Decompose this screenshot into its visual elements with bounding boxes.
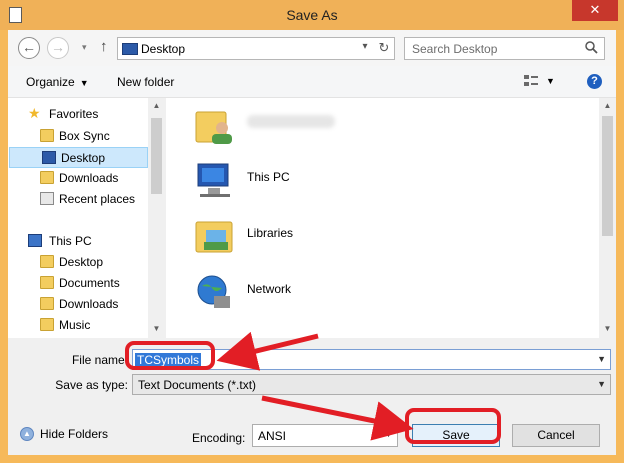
scrollbar-thumb[interactable] <box>151 118 162 194</box>
window-title: Save As <box>286 7 338 23</box>
address-text: Desktop <box>141 42 186 56</box>
nav-pane-scrollbar[interactable]: ▲ ▼ <box>148 98 165 338</box>
nav-downloads[interactable]: Downloads <box>8 168 148 189</box>
encoding-select[interactable]: ANSI ▼ <box>252 424 398 447</box>
recent-places-icon <box>40 192 54 205</box>
scroll-up-icon[interactable]: ▲ <box>599 101 616 110</box>
item-label: Network <box>247 282 292 296</box>
command-bar: Organize ▼ New folder ▼ ? <box>8 66 616 98</box>
item-label: This PC <box>247 170 290 184</box>
nav-recent-places[interactable]: Recent places <box>8 189 148 210</box>
scroll-up-icon[interactable]: ▲ <box>148 101 165 110</box>
search-placeholder: Search Desktop <box>412 42 498 56</box>
computer-icon <box>28 234 42 247</box>
encoding-value: ANSI <box>258 429 287 443</box>
address-dropdown-button[interactable]: ▾ <box>356 41 374 52</box>
navigation-pane: ★ Favorites Box Sync Desktop Downloads R… <box>8 98 165 338</box>
save-as-type-value: Text Documents (*.txt) <box>138 378 257 392</box>
view-dropdown-button[interactable]: ▼ <box>546 76 555 86</box>
file-name-highlight <box>125 341 215 370</box>
back-button[interactable]: ← <box>18 37 40 59</box>
folder-icon <box>40 255 54 268</box>
downloads-folder-icon <box>40 297 54 310</box>
documents-folder-icon <box>40 276 54 289</box>
up-button[interactable]: ↑ <box>100 38 108 55</box>
scrollbar-thumb[interactable] <box>602 116 613 236</box>
list-item[interactable]: Network <box>186 268 486 320</box>
organize-button[interactable]: Organize ▼ <box>26 75 89 89</box>
list-item[interactable]: This PC <box>186 156 486 208</box>
navigation-bar: ← → ▾ ↑ Desktop ▾ ↻ Search Desktop <box>8 30 616 66</box>
organize-label: Organize <box>26 75 75 89</box>
nav-item-label: Recent places <box>59 192 136 206</box>
item-label: Libraries <box>247 226 294 240</box>
nav-favorites[interactable]: ★ Favorites <box>8 104 148 125</box>
star-icon: ★ <box>28 105 41 121</box>
nav-item-label: Documents <box>59 276 120 290</box>
nav-item-label: Desktop <box>59 255 104 269</box>
forward-button[interactable]: → <box>47 37 69 59</box>
nav-desktop[interactable]: Desktop <box>9 147 148 168</box>
nav-this-pc[interactable]: This PC <box>8 231 148 252</box>
chevron-down-icon: ▼ <box>79 78 89 88</box>
file-list-scrollbar[interactable]: ▲ ▼ <box>599 98 616 338</box>
list-item[interactable] <box>186 102 486 154</box>
nav-favorites-label: Favorites <box>49 107 99 121</box>
user-folder-icon <box>195 111 232 144</box>
nav-item-label: Box Sync <box>59 129 110 143</box>
chevron-down-icon: ▼ <box>384 429 393 439</box>
save-button-highlight <box>405 408 501 444</box>
blurred-name <box>247 115 335 128</box>
refresh-button[interactable]: ↻ <box>374 40 394 56</box>
nav-item-label: Downloads <box>59 297 119 311</box>
search-icon[interactable] <box>585 41 598 54</box>
new-folder-button[interactable]: New folder <box>117 75 174 89</box>
computer-icon <box>197 163 230 197</box>
file-name-label: File name: <box>71 353 128 367</box>
network-icon <box>197 275 230 308</box>
dialog-body: ← → ▾ ↑ Desktop ▾ ↻ Search Desktop Organ… <box>8 30 616 455</box>
nav-box-sync[interactable]: Box Sync <box>8 126 148 147</box>
chevron-down-icon[interactable]: ▼ <box>597 354 606 364</box>
nav-item-label: Music <box>59 318 91 332</box>
help-icon[interactable]: ? <box>587 74 602 89</box>
chevron-down-icon: ▼ <box>597 379 606 389</box>
save-as-type-select[interactable]: Text Documents (*.txt) ▼ <box>132 374 611 395</box>
view-options-icon[interactable] <box>523 73 539 89</box>
address-bar[interactable]: Desktop ▾ ↻ <box>117 37 395 60</box>
nav-pc-music[interactable]: Music <box>8 315 148 336</box>
libraries-icon <box>195 221 233 253</box>
scroll-down-icon[interactable]: ▼ <box>148 324 165 333</box>
close-button[interactable]: ✕ <box>572 0 618 21</box>
nav-pc-desktop[interactable]: Desktop <box>8 252 148 273</box>
desktop-icon <box>122 43 138 55</box>
scroll-down-icon[interactable]: ▼ <box>599 324 616 333</box>
recent-locations-button[interactable]: ▾ <box>82 42 87 53</box>
nav-pc-downloads[interactable]: Downloads <box>8 294 148 315</box>
chevron-up-icon: ▲ <box>20 427 34 441</box>
downloads-folder-icon <box>40 171 54 184</box>
list-item[interactable]: Libraries <box>186 212 486 264</box>
music-folder-icon <box>40 318 54 331</box>
hide-folders-label: Hide Folders <box>40 427 109 441</box>
nav-this-pc-label: This PC <box>49 234 92 248</box>
nav-item-label: Desktop <box>61 151 106 165</box>
desktop-icon <box>42 151 56 164</box>
nav-pc-documents[interactable]: Documents <box>8 273 148 294</box>
cancel-button[interactable]: Cancel <box>512 424 600 447</box>
folder-icon <box>40 129 54 142</box>
save-as-type-label: Save as type: <box>55 378 128 392</box>
save-as-dialog: Save As ✕ ← → ▾ ↑ Desktop ▾ ↻ Search Des… <box>0 0 624 463</box>
save-form: File name: TCSymbols ▼ Save as type: Tex… <box>8 338 616 455</box>
encoding-label: Encoding: <box>192 431 246 445</box>
search-input[interactable]: Search Desktop <box>404 37 605 60</box>
file-list: This PC Libraries Network ▲ ▼ <box>166 98 616 338</box>
title-bar: Save As ✕ <box>0 0 624 30</box>
nav-item-label: Downloads <box>59 171 119 185</box>
